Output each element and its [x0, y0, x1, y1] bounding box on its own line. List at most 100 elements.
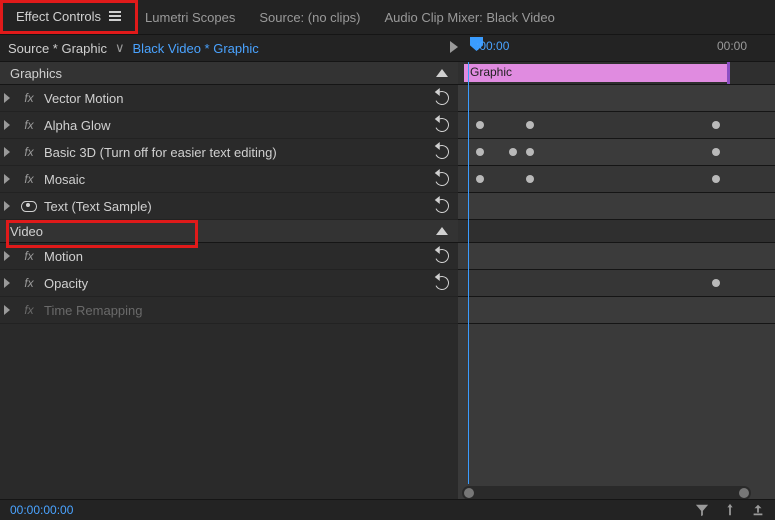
keyframe-icon[interactable] — [526, 175, 534, 183]
scroll-thumb-right[interactable] — [739, 488, 749, 498]
effect-mosaic[interactable]: fx Mosaic — [0, 166, 458, 193]
reset-button[interactable] — [432, 118, 452, 132]
footer-icon-group — [695, 503, 765, 517]
fx-badge-icon[interactable]: fx — [20, 91, 38, 105]
reset-icon — [433, 197, 451, 215]
reset-icon — [433, 116, 451, 134]
collapse-up-icon[interactable] — [436, 227, 448, 235]
collapse-up-icon[interactable] — [436, 69, 448, 77]
effect-alpha-glow[interactable]: fx Alpha Glow — [0, 112, 458, 139]
track-time-remapping[interactable] — [458, 297, 775, 324]
track-basic-3d[interactable] — [458, 139, 775, 166]
clip-bar-graphic[interactable]: Graphic — [464, 64, 729, 82]
keyframe-icon[interactable] — [712, 121, 720, 129]
tab-audio-clip-mixer[interactable]: Audio Clip Mixer: Black Video — [375, 2, 569, 33]
effect-motion[interactable]: fx Motion — [0, 243, 458, 270]
track-motion[interactable] — [458, 243, 775, 270]
reset-button[interactable] — [432, 199, 452, 213]
playhead-line[interactable] — [468, 62, 469, 484]
disclose-icon[interactable] — [0, 118, 14, 133]
filter-icon[interactable] — [695, 503, 709, 517]
effect-label: Mosaic — [44, 172, 426, 187]
track-mosaic[interactable] — [458, 166, 775, 193]
play-icon[interactable] — [450, 41, 458, 53]
reset-button[interactable] — [432, 249, 452, 263]
track-section-video — [458, 220, 775, 243]
reset-button[interactable] — [432, 276, 452, 290]
breadcrumb-source: Source * Graphic — [8, 41, 107, 56]
keyframe-icon[interactable] — [712, 279, 720, 287]
reset-icon — [433, 170, 451, 188]
tab-lumetri-scopes[interactable]: Lumetri Scopes — [135, 2, 249, 33]
fx-badge-icon[interactable]: fx — [20, 145, 38, 159]
reset-button[interactable] — [432, 91, 452, 105]
effect-label: Alpha Glow — [44, 118, 426, 133]
effect-time-remapping[interactable]: fx Time Remapping — [0, 297, 458, 324]
panel-tabbar: Effect Controls Lumetri Scopes Source: (… — [0, 0, 775, 35]
disclose-icon[interactable] — [0, 303, 14, 318]
section-header-video[interactable]: Video — [0, 220, 458, 243]
clip-out-marker[interactable] — [727, 62, 730, 84]
reset-icon — [433, 89, 451, 107]
clip-breadcrumb: Source * Graphic ∨ Black Video * Graphic — [0, 35, 466, 61]
disclose-icon[interactable] — [0, 91, 14, 106]
keyframe-only-icon[interactable] — [723, 503, 737, 517]
fx-badge-icon[interactable]: fx — [20, 249, 38, 263]
reset-button[interactable] — [432, 145, 452, 159]
track-text[interactable] — [458, 193, 775, 220]
section-header-graphics[interactable]: Graphics — [0, 62, 458, 85]
tab-effect-controls[interactable]: Effect Controls — [6, 1, 135, 34]
effect-text-text-sample[interactable]: Text (Text Sample) — [0, 193, 458, 220]
disclose-icon[interactable] — [0, 145, 14, 160]
fx-badge-icon[interactable]: fx — [20, 118, 38, 132]
effect-basic-3d[interactable]: fx Basic 3D (Turn off for easier text ed… — [0, 139, 458, 166]
tab-source[interactable]: Source: (no clips) — [249, 2, 374, 33]
ruler-timecode-end: 00:00 — [717, 39, 747, 53]
disclose-icon[interactable] — [0, 199, 14, 214]
disclose-icon[interactable] — [0, 249, 14, 264]
keyframe-icon[interactable] — [476, 121, 484, 129]
track-opacity[interactable] — [458, 270, 775, 297]
track-vector-motion[interactable] — [458, 85, 775, 112]
effect-timeline[interactable]: Graphic — [458, 62, 775, 502]
section-label: Graphics — [10, 66, 62, 81]
tab-label: Effect Controls — [16, 9, 101, 24]
scroll-thumb-left[interactable] — [464, 488, 474, 498]
effect-label: Motion — [44, 249, 426, 264]
export-icon[interactable] — [751, 503, 765, 517]
panel-menu-icon[interactable] — [109, 11, 121, 21]
effect-label: Basic 3D (Turn off for easier text editi… — [44, 145, 426, 160]
section-label: Video — [10, 224, 43, 239]
effect-opacity[interactable]: fx Opacity — [0, 270, 458, 297]
footer-timecode[interactable]: 00:00:00:00 — [10, 503, 73, 517]
visibility-eye-icon[interactable] — [20, 201, 38, 212]
track-section-graphics: Graphic — [458, 62, 775, 85]
horizontal-scrollbar[interactable] — [462, 486, 751, 500]
keyframe-icon[interactable] — [712, 148, 720, 156]
effect-label: Text (Text Sample) — [44, 199, 426, 214]
reset-icon — [433, 274, 451, 292]
fx-badge-icon[interactable]: fx — [20, 172, 38, 186]
effect-vector-motion[interactable]: fx Vector Motion — [0, 85, 458, 112]
disclose-icon[interactable] — [0, 172, 14, 187]
effect-label: Opacity — [44, 276, 426, 291]
fx-badge-icon[interactable]: fx — [20, 276, 38, 290]
effect-label: Time Remapping — [44, 303, 426, 318]
reset-icon — [433, 143, 451, 161]
keyframe-icon[interactable] — [526, 121, 534, 129]
tab-label: Audio Clip Mixer: Black Video — [385, 10, 555, 25]
track-alpha-glow[interactable] — [458, 112, 775, 139]
keyframe-icon[interactable] — [526, 148, 534, 156]
keyframe-icon[interactable] — [476, 175, 484, 183]
panel-footer: 00:00:00:00 — [0, 499, 775, 520]
reset-button[interactable] — [432, 172, 452, 186]
effect-controls-main: Graphics fx Vector Motion fx Alpha Glow … — [0, 62, 775, 502]
fx-badge-icon[interactable]: fx — [20, 303, 38, 317]
keyframe-icon[interactable] — [476, 148, 484, 156]
keyframe-icon[interactable] — [712, 175, 720, 183]
effect-label: Vector Motion — [44, 91, 426, 106]
breadcrumb-sequence-link[interactable]: Black Video * Graphic — [133, 41, 259, 56]
keyframe-icon[interactable] — [509, 148, 517, 156]
disclose-icon[interactable] — [0, 276, 14, 291]
mini-time-ruler[interactable]: :00:00 00:00 — [466, 35, 775, 61]
